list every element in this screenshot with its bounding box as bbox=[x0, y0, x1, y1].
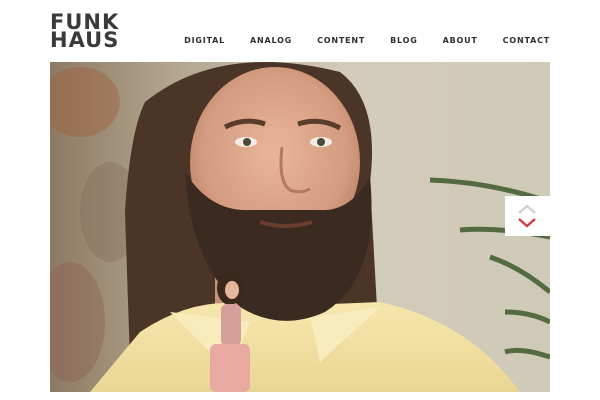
nav-link-about[interactable]: ABOUT bbox=[443, 36, 478, 45]
nav-link-analog[interactable]: ANALOG bbox=[250, 36, 292, 45]
site-logo[interactable]: FUNK HAUS bbox=[50, 12, 120, 52]
slider-controls bbox=[505, 196, 550, 236]
main-nav: DIGITAL ANALOG CONTENT BLOG ABOUT CONTAC… bbox=[184, 36, 550, 45]
page: FUNK HAUS DIGITAL ANALOG CONTENT BLOG AB… bbox=[0, 0, 600, 400]
nav-item-digital: DIGITAL bbox=[184, 36, 225, 45]
nav-item-contact: CONTACT bbox=[478, 36, 550, 45]
nav-link-contact[interactable]: CONTACT bbox=[503, 36, 550, 45]
chevron-down-icon[interactable] bbox=[517, 217, 537, 229]
nav-item-analog: ANALOG bbox=[225, 36, 292, 45]
pupil-right bbox=[317, 138, 325, 146]
logo-line-2: HAUS bbox=[50, 28, 120, 52]
hero-slide bbox=[50, 62, 550, 392]
nav-link-content[interactable]: CONTENT bbox=[317, 36, 365, 45]
nav-link-digital[interactable]: DIGITAL bbox=[184, 36, 225, 45]
pupil-left bbox=[243, 138, 251, 146]
nav-item-blog: BLOG bbox=[365, 36, 417, 45]
nav-item-content: CONTENT bbox=[292, 36, 365, 45]
nav-link-blog[interactable]: BLOG bbox=[390, 36, 417, 45]
hero-image bbox=[50, 62, 550, 392]
chevron-up-icon[interactable] bbox=[517, 203, 537, 215]
nav-item-about: ABOUT bbox=[418, 36, 478, 45]
